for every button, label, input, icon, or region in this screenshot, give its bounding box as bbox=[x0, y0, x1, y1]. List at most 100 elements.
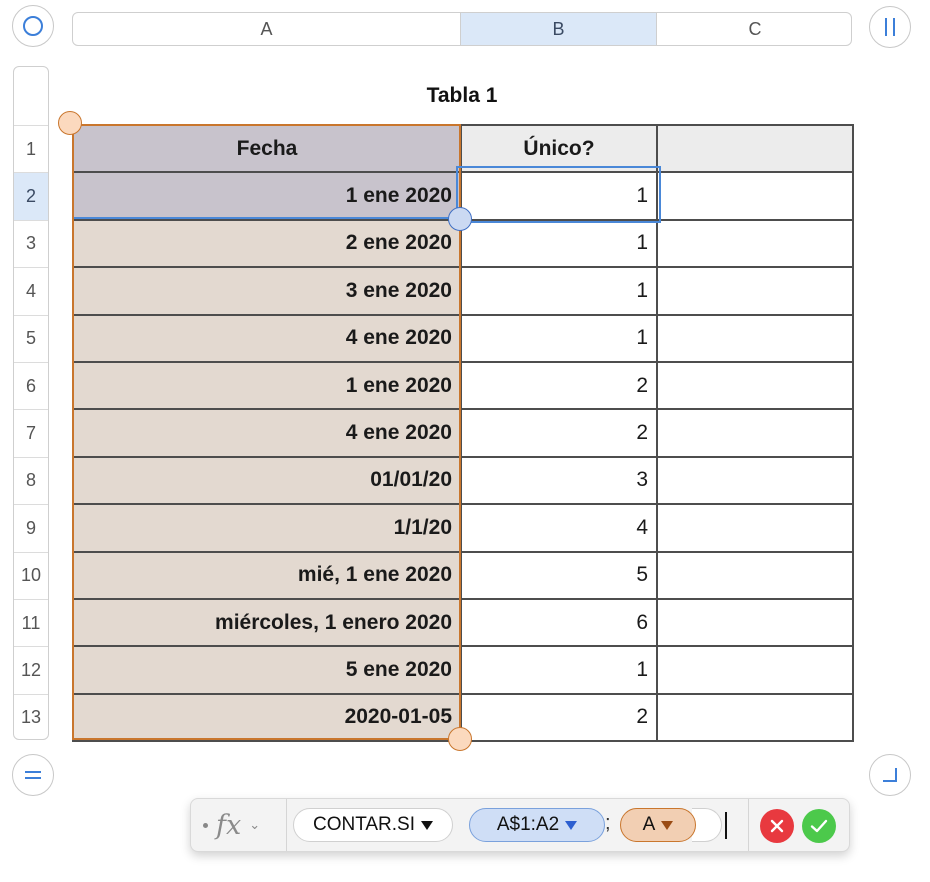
empty-cell[interactable] bbox=[656, 645, 854, 695]
table-row: 01/01/20 3 bbox=[72, 455, 854, 506]
count-cell[interactable]: 2 bbox=[460, 360, 658, 411]
empty-cell[interactable] bbox=[656, 550, 854, 600]
circle-icon bbox=[23, 16, 43, 36]
date-cell[interactable]: 1 ene 2020 bbox=[72, 171, 462, 221]
empty-cell[interactable] bbox=[656, 597, 854, 648]
active-cell-outline bbox=[456, 166, 661, 223]
function-name: CONTAR.SI bbox=[312, 814, 416, 835]
table-row: 5 ene 2020 1 bbox=[72, 645, 854, 695]
table-row: 4 ene 2020 1 bbox=[72, 313, 854, 363]
date-cell[interactable]: 1/1/20 bbox=[72, 503, 462, 553]
column-header-c[interactable]: C bbox=[657, 13, 851, 45]
token-end-cap bbox=[692, 808, 722, 842]
count-cell[interactable]: 2 bbox=[460, 692, 658, 743]
date-cell[interactable]: 1 ene 2020 bbox=[72, 360, 462, 411]
row-header-13[interactable]: 13 bbox=[14, 693, 48, 739]
pause-bars-icon bbox=[885, 18, 895, 36]
empty-cell[interactable] bbox=[656, 266, 854, 316]
formula-divider bbox=[748, 799, 749, 851]
select-table-button[interactable] bbox=[12, 5, 54, 47]
count-cell[interactable]: 2 bbox=[460, 408, 658, 458]
empty-cell[interactable] bbox=[656, 313, 854, 363]
dropdown-triangle-icon bbox=[565, 820, 578, 830]
row-header-bar: 1 2 3 4 5 6 7 8 9 10 11 12 13 bbox=[13, 66, 49, 740]
x-icon bbox=[770, 819, 784, 833]
table-title[interactable]: Tabla 1 bbox=[72, 84, 852, 108]
date-cell[interactable]: 5 ene 2020 bbox=[72, 645, 462, 695]
empty-cell[interactable] bbox=[656, 692, 854, 743]
empty-cell[interactable] bbox=[656, 408, 854, 458]
count-cell[interactable]: 1 bbox=[460, 266, 658, 316]
count-cell[interactable]: 6 bbox=[460, 597, 658, 648]
table-row: miércoles, 1 enero 2020 6 bbox=[72, 597, 854, 648]
count-cell[interactable]: 1 bbox=[460, 313, 658, 363]
column-header-b[interactable]: B bbox=[461, 13, 657, 45]
date-cell[interactable]: 01/01/20 bbox=[72, 455, 462, 506]
count-cell[interactable]: 3 bbox=[460, 455, 658, 506]
reference-start-handle[interactable] bbox=[58, 111, 82, 135]
range-reference-line bbox=[74, 217, 460, 219]
table-row: 4 ene 2020 2 bbox=[72, 408, 854, 458]
row-header-12[interactable]: 12 bbox=[14, 646, 48, 693]
resize-table-button[interactable] bbox=[869, 754, 911, 796]
date-cell[interactable]: 2 ene 2020 bbox=[72, 218, 462, 269]
chevron-down-icon: ⌄ bbox=[249, 817, 261, 832]
empty-cell[interactable] bbox=[656, 503, 854, 553]
header-cell-fecha[interactable]: Fecha bbox=[72, 123, 462, 174]
formula-editor[interactable]: fx ⌄ CONTAR.SI A$1:A2 ; A bbox=[190, 798, 850, 852]
empty-cell[interactable] bbox=[656, 171, 854, 221]
accept-formula-button[interactable] bbox=[802, 809, 836, 843]
reference-token-label: A bbox=[642, 814, 656, 835]
argument-separator: ; bbox=[605, 812, 611, 834]
row-header-7[interactable]: 7 bbox=[14, 409, 48, 456]
freeze-rows-button[interactable] bbox=[12, 754, 54, 796]
date-cell[interactable]: 2020-01-05 bbox=[72, 692, 462, 743]
count-cell[interactable]: 1 bbox=[460, 218, 658, 269]
column-header-a[interactable]: A bbox=[73, 13, 461, 45]
freeze-columns-button[interactable] bbox=[869, 6, 911, 48]
empty-cell[interactable] bbox=[656, 360, 854, 411]
dropdown-triangle-icon bbox=[661, 820, 674, 830]
row-header-2[interactable]: 2 bbox=[14, 172, 48, 220]
header-cell-c[interactable] bbox=[656, 123, 854, 174]
row-header-4[interactable]: 4 bbox=[14, 267, 48, 314]
dropdown-triangle-icon bbox=[421, 820, 434, 830]
column-header-bar: A B C bbox=[72, 12, 852, 46]
date-cell[interactable]: 3 ene 2020 bbox=[72, 266, 462, 316]
empty-cell[interactable] bbox=[656, 455, 854, 506]
range-resize-handle[interactable] bbox=[448, 207, 472, 231]
row-header-11[interactable]: 11 bbox=[14, 599, 48, 646]
count-cell[interactable]: 5 bbox=[460, 550, 658, 600]
function-menu[interactable]: fx ⌄ bbox=[191, 799, 287, 851]
row-header-9[interactable]: 9 bbox=[14, 504, 48, 551]
reference-end-handle[interactable] bbox=[448, 727, 472, 751]
date-cell[interactable]: 4 ene 2020 bbox=[72, 313, 462, 363]
function-token[interactable]: CONTAR.SI bbox=[293, 808, 453, 842]
table-row: mié, 1 ene 2020 5 bbox=[72, 550, 854, 600]
count-cell[interactable]: 4 bbox=[460, 503, 658, 553]
table-row: 3 ene 2020 1 bbox=[72, 266, 854, 316]
count-cell[interactable]: 1 bbox=[460, 645, 658, 695]
cancel-formula-button[interactable] bbox=[760, 809, 794, 843]
reference-token[interactable]: A bbox=[620, 808, 696, 842]
row-header-10[interactable]: 10 bbox=[14, 551, 48, 599]
row-header-8[interactable]: 8 bbox=[14, 456, 48, 504]
range-token-label: A$1:A2 bbox=[496, 814, 560, 835]
row-header-1[interactable]: 1 bbox=[14, 125, 48, 172]
date-cell[interactable]: 4 ene 2020 bbox=[72, 408, 462, 458]
fx-icon: fx bbox=[216, 809, 242, 841]
table-row: 1 ene 2020 2 bbox=[72, 360, 854, 411]
drag-dot-icon bbox=[203, 822, 208, 828]
corner-resize-icon bbox=[883, 768, 897, 782]
range-token[interactable]: A$1:A2 bbox=[469, 808, 605, 842]
row-header-3[interactable]: 3 bbox=[14, 219, 48, 267]
row-header-6[interactable]: 6 bbox=[14, 362, 48, 409]
row-header-5[interactable]: 5 bbox=[14, 314, 48, 362]
text-caret bbox=[725, 812, 727, 839]
equals-icon bbox=[25, 771, 41, 779]
empty-cell[interactable] bbox=[656, 218, 854, 269]
checkmark-icon bbox=[810, 819, 828, 833]
table-row: 1/1/20 4 bbox=[72, 503, 854, 553]
date-cell[interactable]: mié, 1 ene 2020 bbox=[72, 550, 462, 600]
date-cell[interactable]: miércoles, 1 enero 2020 bbox=[72, 597, 462, 648]
